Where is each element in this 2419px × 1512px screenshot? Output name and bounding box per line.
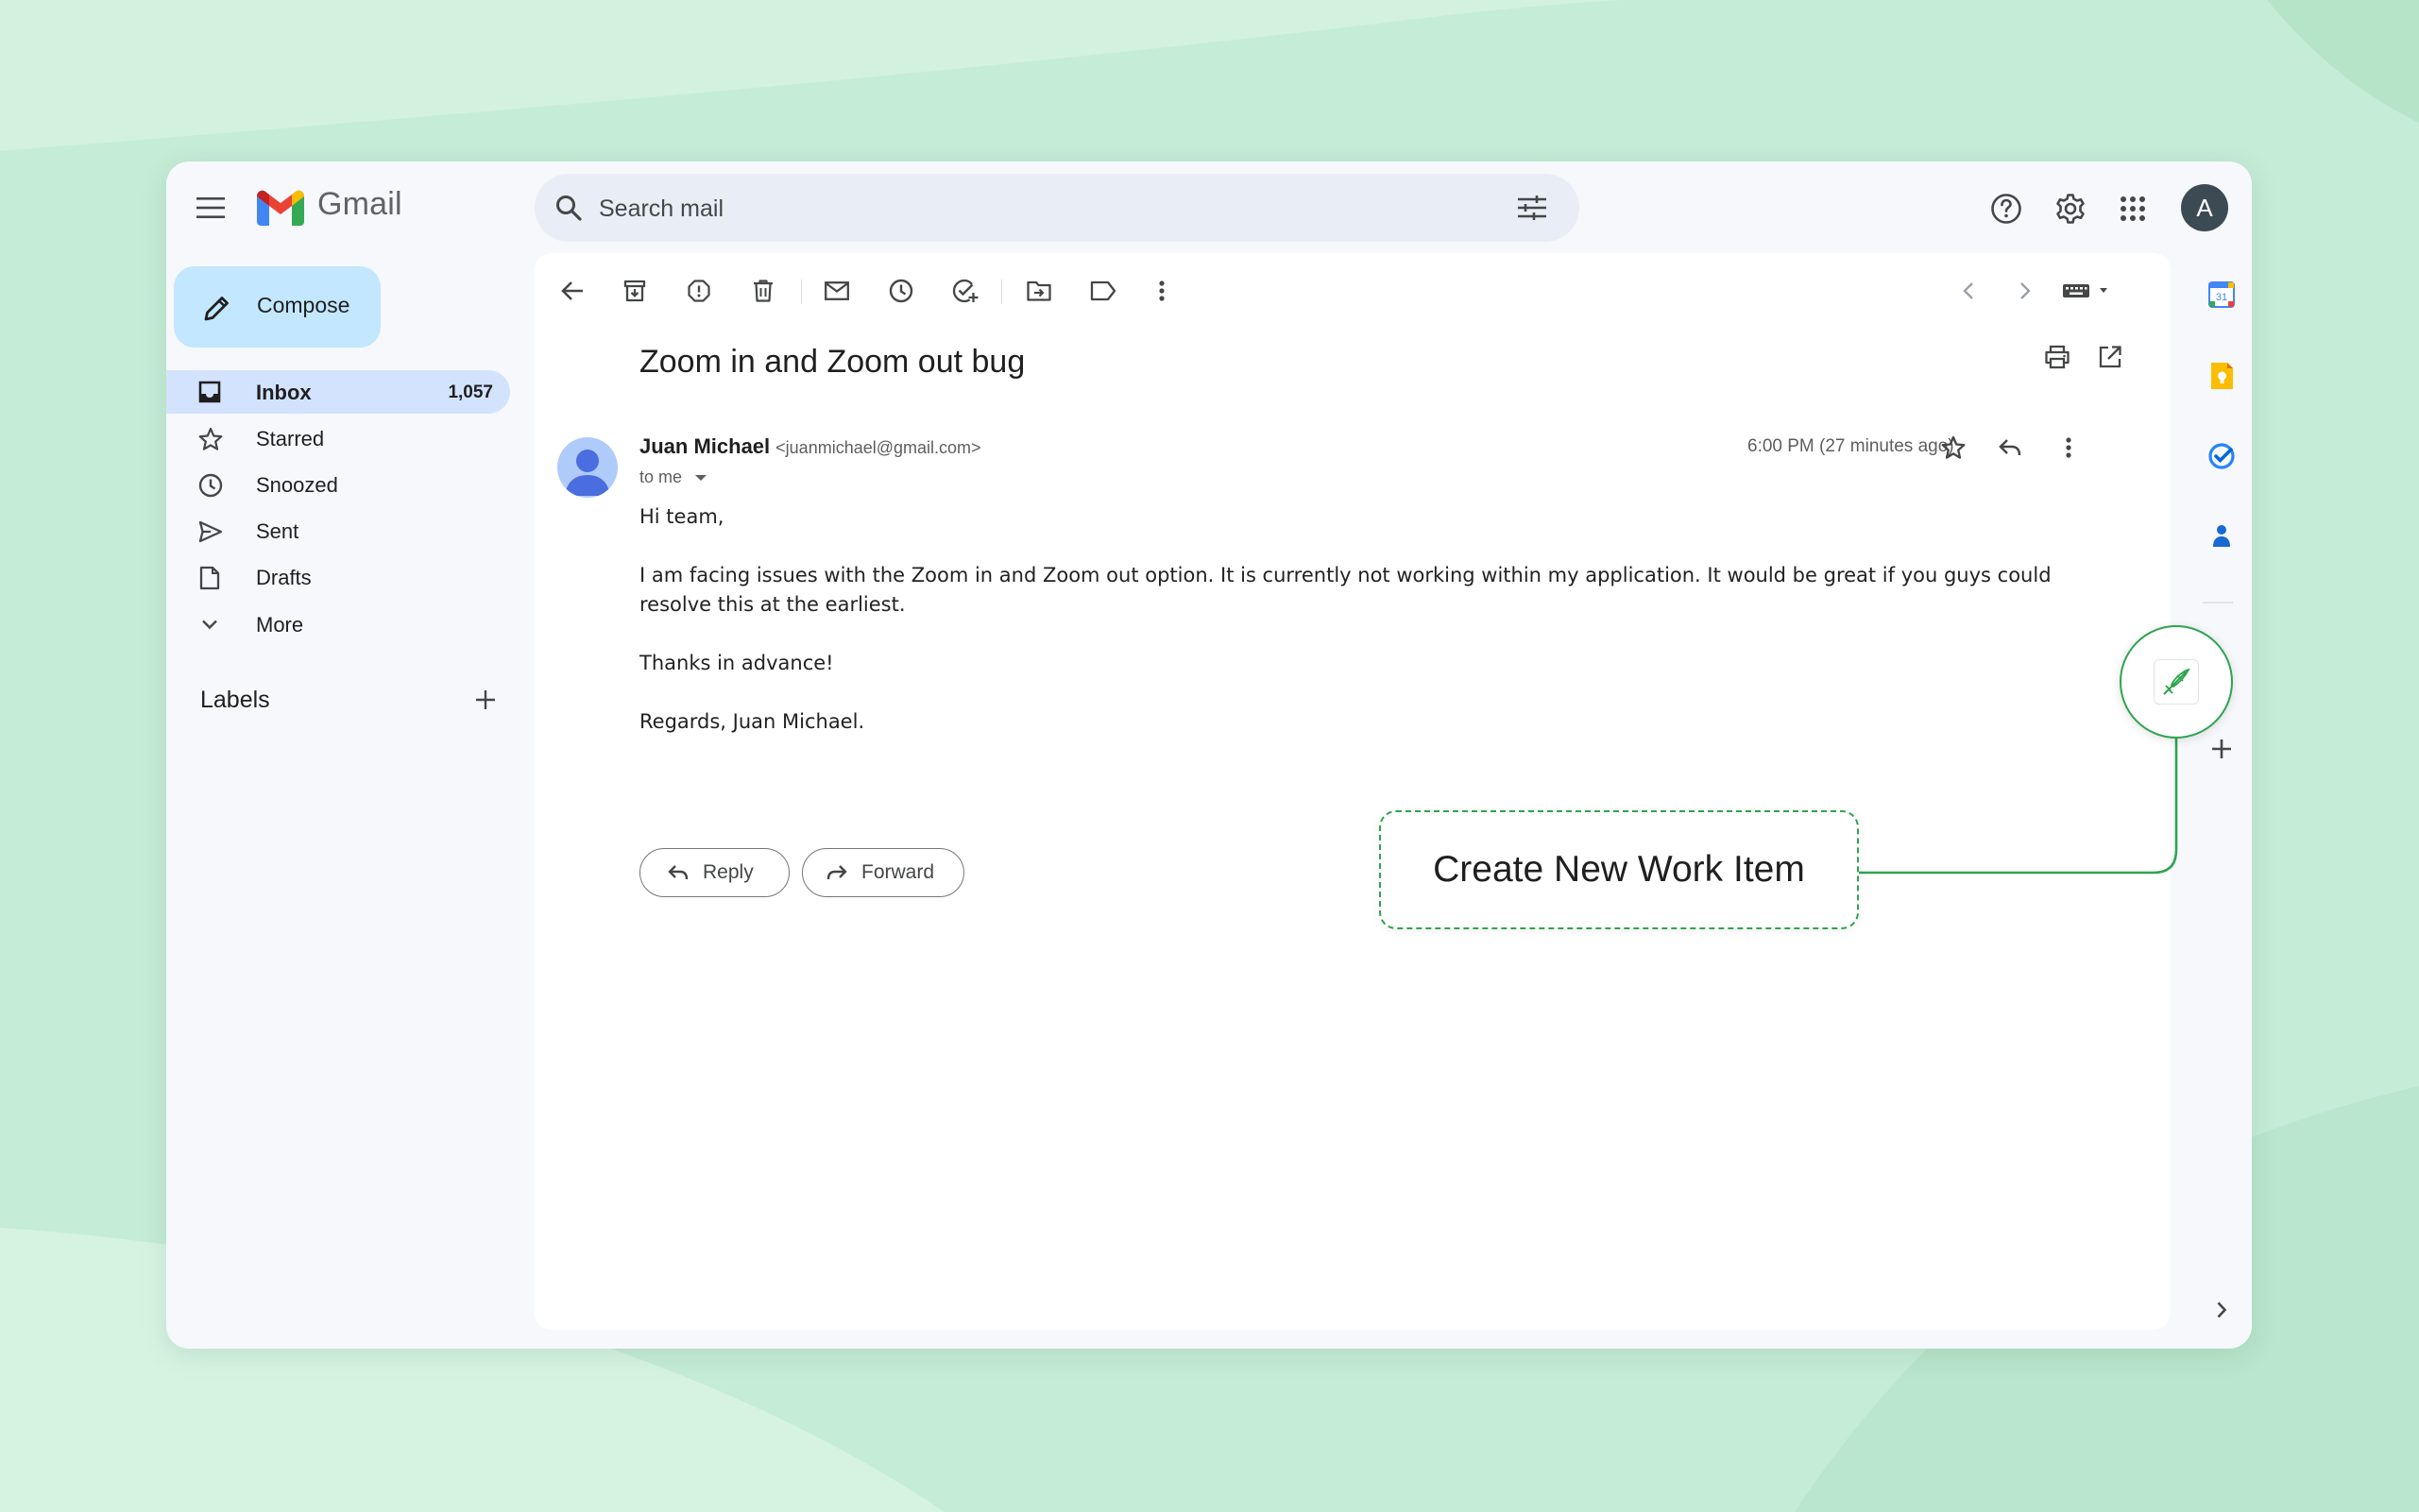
work-item-addon-button[interactable] <box>2120 625 2233 739</box>
feather-pen-icon <box>2154 659 2199 705</box>
callout-connector <box>1859 739 2178 875</box>
callout-label: Create New Work Item <box>1433 849 1805 890</box>
create-work-item-callout[interactable]: Create New Work Item <box>1379 810 1859 929</box>
